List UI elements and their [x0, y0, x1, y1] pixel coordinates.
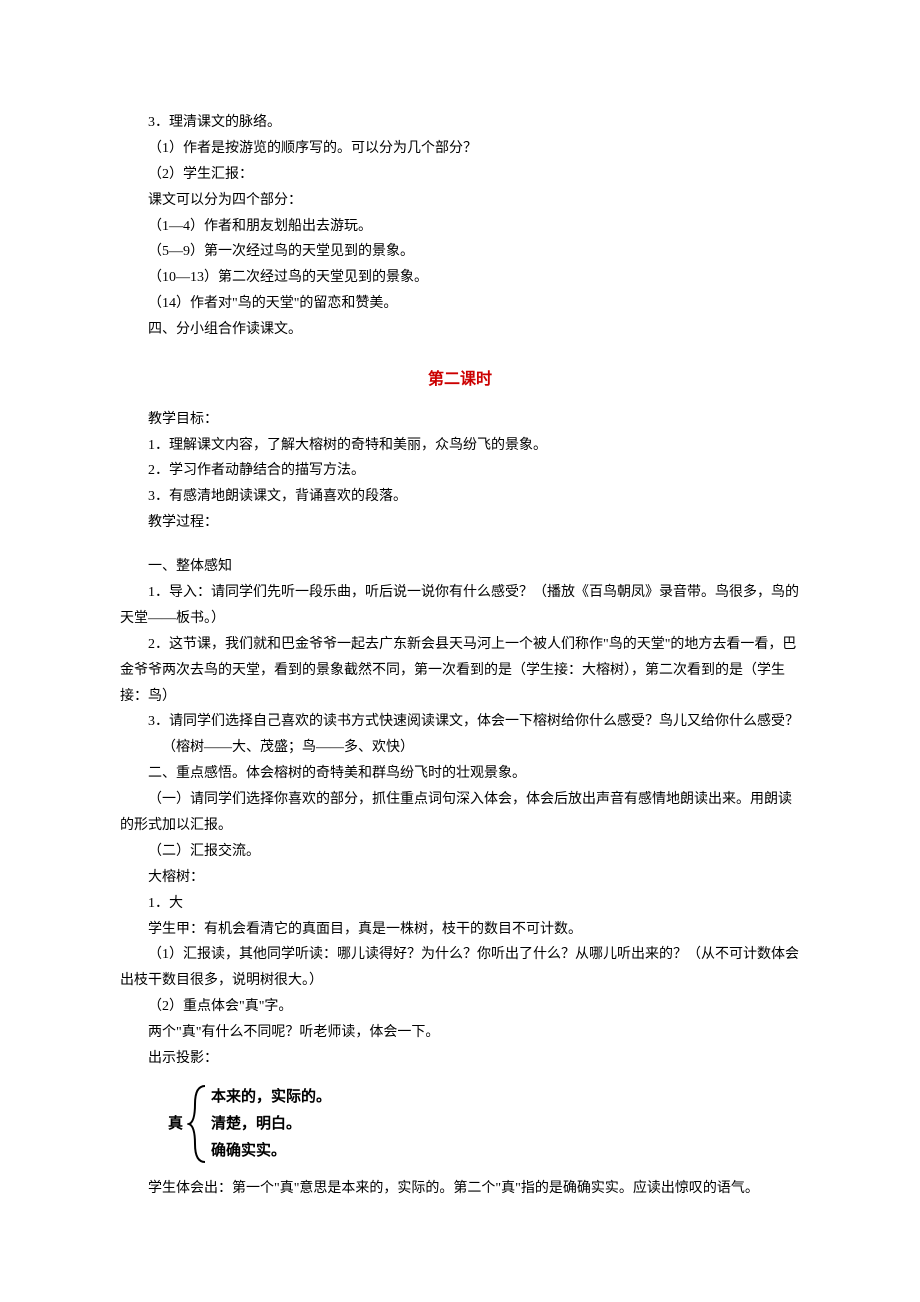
- outline-item-3: 3．理清课文的脉络。: [120, 110, 800, 136]
- process-label: 教学过程：: [120, 510, 800, 536]
- goal-3: 3．有感清地朗读课文，背诵喜欢的段落。: [120, 484, 800, 510]
- report-2: （2）重点体会"真"字。: [120, 994, 800, 1020]
- step-1-p3: 3．请同学们选择自己喜欢的读书方式快速阅读课文，体会一下榕树给你什么感受？鸟儿又…: [120, 709, 800, 735]
- brace-item-3: 确确实实。: [211, 1139, 331, 1163]
- step-1-p1: 1．导入：请同学们先听一段乐曲，听后说一说你有什么感受？（播放《百鸟朝凤》录音带…: [120, 580, 800, 632]
- brace-icon: [187, 1084, 209, 1164]
- step-1-p2: 2．这节课，我们就和巴金爷爷一起去广东新会县天马河上一个被人们称作"鸟的天堂"的…: [120, 632, 800, 710]
- goals-label: 教学目标：: [120, 407, 800, 433]
- step-2-b: （二）汇报交流。: [120, 839, 800, 865]
- outline-q2: （2）学生汇报：: [120, 162, 800, 188]
- outline-q1: （1）作者是按游览的顺序写的。可以分为几个部分？: [120, 136, 800, 162]
- step-1-title: 一、整体感知: [120, 554, 800, 580]
- tree-label: 大榕树：: [120, 865, 800, 891]
- student-a: 学生甲：有机会看清它的真面目，真是一株树，枝干的数目不可计数。: [120, 917, 800, 943]
- report-1: （1）汇报读，其他同学听读：哪儿读得好？为什么？你听出了什么？从哪儿听出来的？（…: [120, 942, 800, 994]
- brace-label: 真: [168, 1110, 187, 1138]
- spacer: [120, 536, 800, 554]
- tree-big: 1．大: [120, 891, 800, 917]
- projector-label: 出示投影：: [120, 1046, 800, 1072]
- brace-definition: 真 本来的，实际的。 清楚，明白。 确确实实。: [168, 1084, 800, 1164]
- part-3: （10—13）第二次经过鸟的天堂见到的景象。: [120, 265, 800, 291]
- step-1-note: （榕树——大、茂盛；鸟——多、欢快）: [120, 735, 800, 761]
- part-1: （1—4）作者和朋友划船出去游玩。: [120, 214, 800, 240]
- brace-item-2: 清楚，明白。: [211, 1112, 331, 1136]
- brace-items: 本来的，实际的。 清楚，明白。 确确实实。: [209, 1084, 331, 1164]
- conclusion: 学生体会出：第一个"真"意思是本来的，实际的。第二个"真"指的是确确实实。应读出…: [120, 1176, 800, 1202]
- brace-item-1: 本来的，实际的。: [211, 1085, 331, 1109]
- lesson-2-title: 第二课时: [120, 365, 800, 395]
- part-4: （14）作者对"鸟的天堂"的留恋和赞美。: [120, 291, 800, 317]
- step-2-title: 二、重点感悟。体会榕树的奇特美和群鸟纷飞时的壮观景象。: [120, 761, 800, 787]
- parts-intro: 课文可以分为四个部分：: [120, 188, 800, 214]
- part-2: （5—9）第一次经过鸟的天堂见到的景象。: [120, 239, 800, 265]
- document-page: 3．理清课文的脉络。 （1）作者是按游览的顺序写的。可以分为几个部分？ （2）学…: [0, 0, 920, 1302]
- section-four: 四、分小组合作读课文。: [120, 317, 800, 343]
- goal-1: 1．理解课文内容，了解大榕树的奇特和美丽，众鸟纷飞的景象。: [120, 433, 800, 459]
- goal-2: 2．学习作者动静结合的描写方法。: [120, 458, 800, 484]
- two-zhen: 两个"真"有什么不同呢？听老师读，体会一下。: [120, 1020, 800, 1046]
- step-2-a: （一）请同学们选择你喜欢的部分，抓住重点词句深入体会，体会后放出声音有感情地朗读…: [120, 787, 800, 839]
